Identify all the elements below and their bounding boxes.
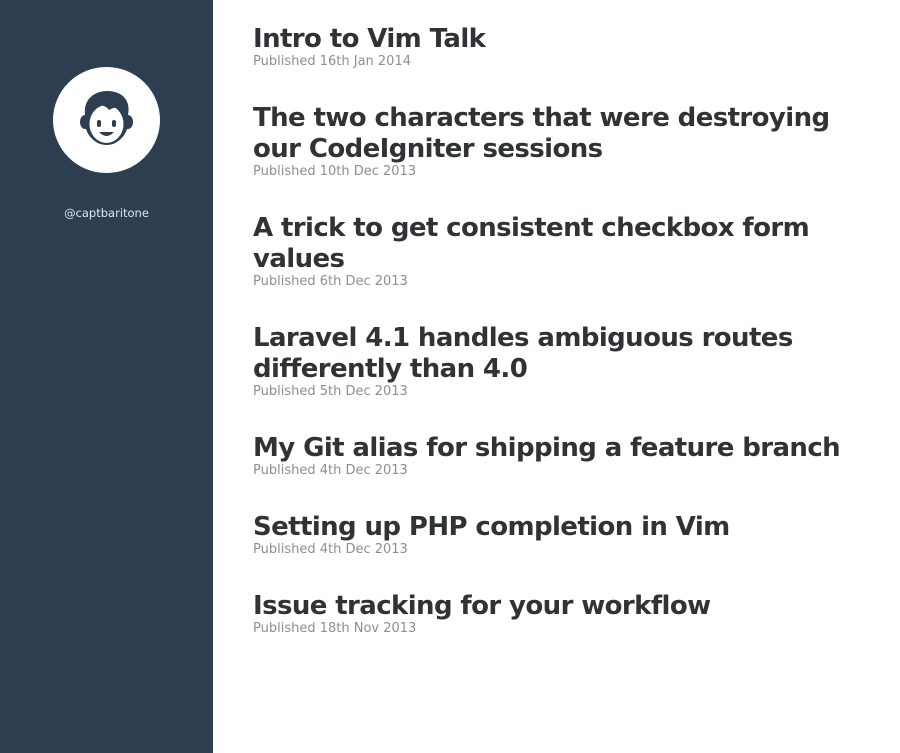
post-item: Intro to Vim Talk Published 16th Jan 201… xyxy=(253,24,873,69)
post-title-link[interactable]: Intro to Vim Talk xyxy=(253,24,873,55)
post-item: Issue tracking for your workflow Publish… xyxy=(253,591,873,636)
post-date: Published 4th Dec 2013 xyxy=(253,542,408,557)
post-item: Laravel 4.1 handles ambiguous routes dif… xyxy=(253,323,873,399)
post-title-link[interactable]: Setting up PHP completion in Vim xyxy=(253,512,873,543)
page: @captbaritone Intro to Vim Talk Publishe… xyxy=(0,0,900,753)
post-date: Published 16th Jan 2014 xyxy=(253,54,411,69)
user-avatar-icon xyxy=(80,91,133,145)
post-date: Published 18th Nov 2013 xyxy=(253,621,417,636)
avatar[interactable] xyxy=(53,67,160,173)
post-title-link[interactable]: The two characters that were destroying … xyxy=(253,103,873,165)
sidebar: @captbaritone xyxy=(0,0,213,753)
post-item: The two characters that were destroying … xyxy=(253,103,873,179)
post-item: A trick to get consistent checkbox form … xyxy=(253,213,873,289)
post-date: Published 5th Dec 2013 xyxy=(253,384,408,399)
post-date: Published 6th Dec 2013 xyxy=(253,274,408,289)
post-title-link[interactable]: Laravel 4.1 handles ambiguous routes dif… xyxy=(253,323,873,385)
post-title-link[interactable]: A trick to get consistent checkbox form … xyxy=(253,213,873,275)
post-list: Intro to Vim Talk Published 16th Jan 201… xyxy=(253,24,873,670)
twitter-handle-link[interactable]: @captbaritone xyxy=(0,206,213,220)
post-title-link[interactable]: Issue tracking for your workflow xyxy=(253,591,873,622)
post-item: Setting up PHP completion in Vim Publish… xyxy=(253,512,873,557)
post-date: Published 10th Dec 2013 xyxy=(253,164,417,179)
post-title-link[interactable]: My Git alias for shipping a feature bran… xyxy=(253,433,873,464)
post-date: Published 4th Dec 2013 xyxy=(253,463,408,478)
post-item: My Git alias for shipping a feature bran… xyxy=(253,433,873,478)
